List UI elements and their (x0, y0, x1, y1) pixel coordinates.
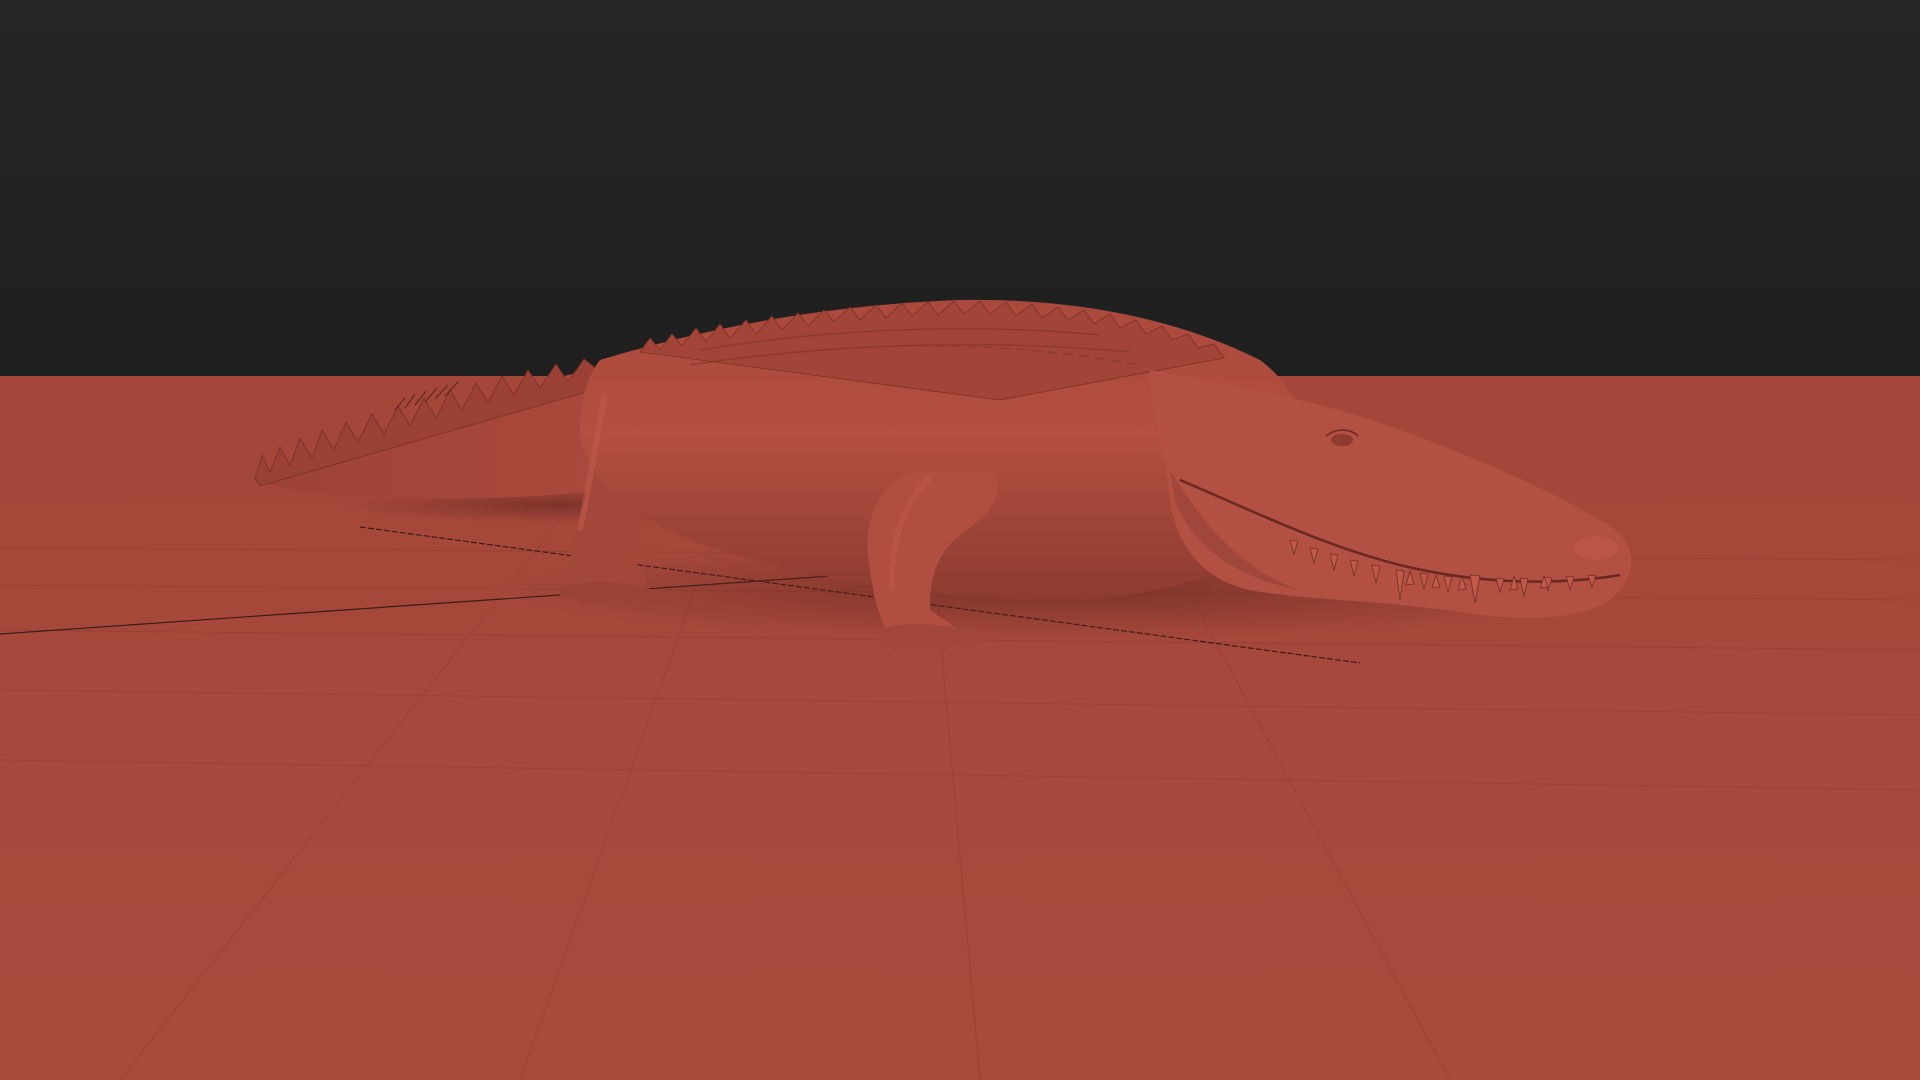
3d-viewport[interactable] (0, 0, 1920, 1080)
crocodile-model-icon[interactable] (0, 0, 1920, 1080)
